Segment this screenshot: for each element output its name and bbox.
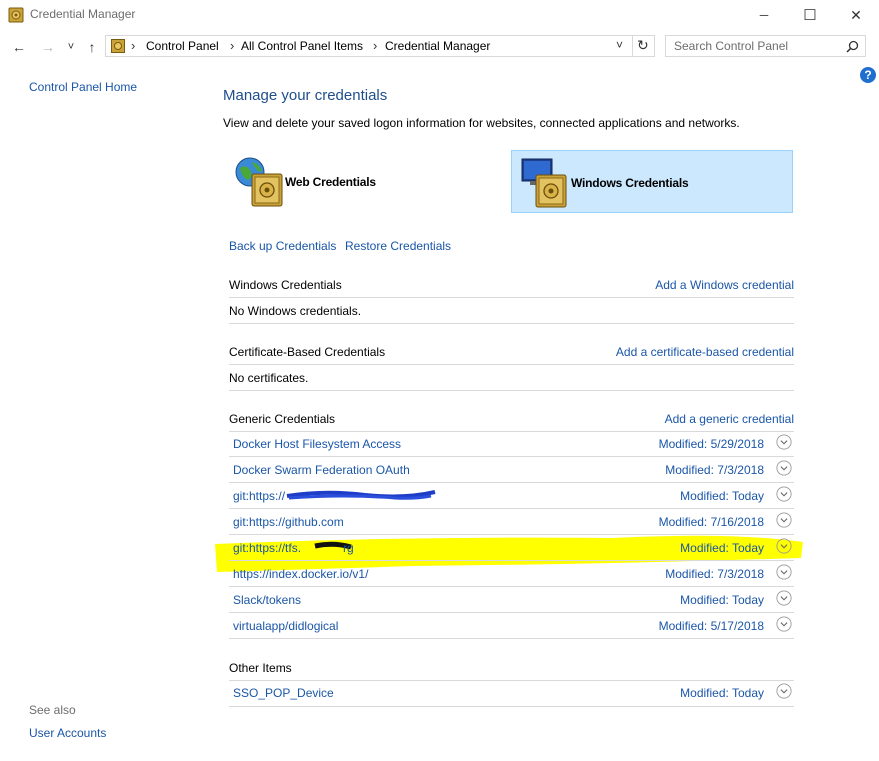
certificate-credentials-section-title: Certificate-Based Credentials (229, 345, 386, 359)
windows-credentials-vault-icon (520, 157, 572, 209)
credential-modified[interactable]: Modified: 5/29/2018 (659, 437, 764, 451)
breadcrumb-separator: › (131, 38, 136, 53)
expand-chevron-icon[interactable] (776, 616, 792, 635)
credential-name[interactable]: SSO_POP_Device (233, 686, 334, 700)
list-item[interactable]: Slack/tokens Modified: Today (229, 587, 794, 613)
expand-chevron-icon[interactable] (776, 683, 792, 702)
restore-credentials-link[interactable]: Restore Credentials (345, 239, 451, 253)
page-description: View and delete your saved logon informa… (223, 116, 740, 130)
section-divider (229, 390, 794, 391)
other-items-section-title: Other Items (229, 661, 292, 675)
close-button[interactable]: ✕ (833, 0, 879, 30)
credential-modified[interactable]: Modified: 7/16/2018 (659, 515, 764, 529)
windows-credentials-section-title: Windows Credentials (229, 278, 342, 292)
up-arrow-icon: ↑ (88, 39, 96, 55)
windows-credentials-label: Windows Credentials (571, 176, 689, 190)
help-icon[interactable]: ? (860, 67, 876, 83)
expand-chevron-icon[interactable] (776, 434, 792, 453)
address-dropdown-button[interactable]: ˅ (616, 38, 623, 52)
title-bar: Credential Manager ─ ☐ ✕ (0, 0, 879, 30)
expand-chevron-icon[interactable] (776, 460, 792, 479)
credential-modified[interactable]: Modified: 7/3/2018 (665, 567, 764, 581)
refresh-button[interactable]: ↻ (637, 37, 649, 54)
maximize-icon: ☐ (803, 7, 817, 24)
credential-modified[interactable]: Modified: 7/3/2018 (665, 463, 764, 477)
credential-name[interactable]: virtualapp/didlogical (233, 619, 338, 633)
back-arrow-icon: ← (12, 39, 26, 55)
address-divider (632, 36, 633, 56)
list-item[interactable]: git:https://github.com Modified: 7/16/20… (229, 509, 794, 535)
see-also-label: See also (29, 703, 76, 717)
credential-name[interactable]: Docker Swarm Federation OAuth (233, 463, 410, 477)
list-item[interactable]: https://index.docker.io/v1/ Modified: 7/… (229, 561, 794, 587)
user-accounts-link[interactable]: User Accounts (29, 726, 106, 740)
row-divider (229, 706, 794, 707)
expand-chevron-icon[interactable] (776, 590, 792, 609)
list-item[interactable]: SSO_POP_Device Modified: Today (229, 681, 794, 707)
web-credentials-tile[interactable]: Web Credentials (228, 150, 428, 213)
no-windows-credentials-text: No Windows credentials. (229, 304, 362, 318)
list-item[interactable]: git:https:// Modified: Today (229, 483, 794, 509)
minimize-button[interactable]: ─ (741, 0, 787, 30)
section-divider (229, 323, 794, 324)
add-windows-credential-link[interactable]: Add a Windows credential (655, 278, 794, 292)
breadcrumb-all-control-panel-items[interactable]: All Control Panel Items (241, 39, 363, 53)
add-generic-credential-link[interactable]: Add a generic credential (665, 412, 794, 426)
address-bar[interactable]: › Control Panel › All Control Panel Item… (105, 35, 655, 57)
breadcrumb-credential-manager[interactable]: Credential Manager (385, 39, 490, 53)
expand-chevron-icon[interactable] (776, 512, 792, 531)
credential-name[interactable]: Docker Host Filesystem Access (233, 437, 401, 451)
recent-locations-button[interactable]: ˅ (64, 36, 78, 58)
window-title: Credential Manager (30, 7, 136, 21)
web-credentials-label: Web Credentials (285, 175, 376, 189)
credential-name[interactable]: git:https://tfs. (233, 541, 301, 555)
list-item[interactable]: Docker Swarm Federation OAuth Modified: … (229, 457, 794, 483)
search-input[interactable] (674, 39, 839, 53)
expand-chevron-icon[interactable] (776, 564, 792, 583)
web-credentials-vault-icon (234, 156, 286, 210)
minimize-icon: ─ (759, 8, 769, 22)
credential-modified[interactable]: Modified: Today (680, 686, 764, 700)
expand-chevron-icon[interactable] (776, 538, 792, 557)
row-divider (229, 638, 794, 639)
expand-chevron-icon[interactable] (776, 486, 792, 505)
list-item[interactable]: virtualapp/didlogical Modified: 5/17/201… (229, 613, 794, 639)
redaction-scribble (285, 488, 437, 502)
section-divider (229, 364, 794, 365)
credential-name-suffix: rg (343, 541, 354, 555)
breadcrumb-control-panel[interactable]: Control Panel (146, 39, 219, 53)
credential-name[interactable]: https://index.docker.io/v1/ (233, 567, 368, 581)
control-panel-home-link[interactable]: Control Panel Home (29, 80, 137, 94)
back-button[interactable]: ← (8, 36, 30, 58)
credential-name[interactable]: Slack/tokens (233, 593, 301, 607)
credential-name[interactable]: git:https://github.com (233, 515, 344, 529)
credential-modified[interactable]: Modified: Today (680, 489, 764, 503)
credential-modified[interactable]: Modified: Today (680, 541, 764, 555)
list-item[interactable]: git:https://tfs. rg Modified: Today (229, 535, 794, 561)
forward-button[interactable]: → (37, 36, 59, 58)
breadcrumb-separator: › (230, 38, 235, 53)
credential-name[interactable]: git:https:// (233, 489, 285, 503)
search-icon[interactable] (846, 40, 859, 53)
add-certificate-credential-link[interactable]: Add a certificate-based credential (616, 345, 794, 359)
backup-credentials-link[interactable]: Back up Credentials (229, 239, 336, 253)
credential-manager-app-icon (8, 7, 24, 23)
credential-modified[interactable]: Modified: 5/17/2018 (659, 619, 764, 633)
forward-arrow-icon: → (41, 39, 55, 55)
page-title: Manage your credentials (223, 87, 388, 104)
maximize-button[interactable]: ☐ (787, 0, 833, 30)
close-icon: ✕ (850, 6, 862, 23)
chevron-down-icon: ˅ (67, 41, 75, 53)
windows-credentials-tile[interactable]: Windows Credentials (511, 150, 793, 213)
section-divider (229, 297, 794, 298)
list-item[interactable]: Docker Host Filesystem Access Modified: … (229, 431, 794, 457)
breadcrumb-separator: › (373, 38, 378, 53)
credential-modified[interactable]: Modified: Today (680, 593, 764, 607)
generic-credentials-section-title: Generic Credentials (229, 412, 336, 426)
no-certificates-text: No certificates. (229, 371, 309, 385)
up-button[interactable]: ↑ (82, 36, 102, 58)
control-panel-icon (111, 39, 125, 53)
search-box[interactable] (665, 35, 866, 57)
